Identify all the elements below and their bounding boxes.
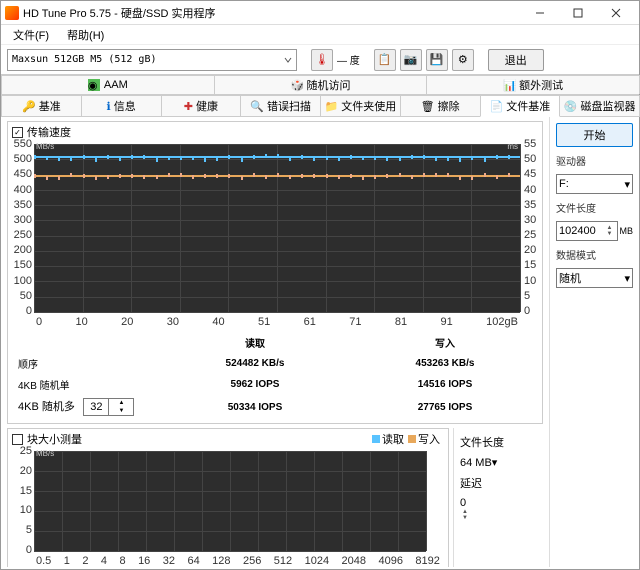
delay-label: 延迟	[460, 475, 537, 491]
drive-select[interactable]: Maxsun 512GB M5 (512 gB)	[7, 49, 297, 71]
start-button[interactable]: 开始	[556, 123, 633, 147]
table-row: 4KB 随机多 32▲▼50334 IOPS27765 IOPS	[10, 395, 540, 419]
driver-label: 驱动器	[556, 153, 633, 168]
temp-dash: — 度	[337, 52, 360, 67]
results-table: 读取写入 顺序524482 KB/s453263 KB/s 4KB 随机单596…	[10, 332, 540, 419]
close-button[interactable]	[597, 2, 635, 24]
filelen-label: 文件长度	[556, 200, 633, 215]
options-button[interactable]: ⚙	[452, 49, 474, 71]
exit-button[interactable]: 退出	[488, 49, 544, 71]
pattern-label: 数据模式	[556, 247, 633, 262]
menu-help[interactable]: 帮助(H)	[63, 27, 108, 42]
transfer-checkbox[interactable]: ✓	[12, 127, 23, 138]
minimize-button[interactable]	[521, 2, 559, 24]
app-icon	[5, 6, 19, 20]
table-row: 顺序524482 KB/s453263 KB/s	[10, 353, 540, 374]
filelen2-label: 文件长度	[460, 434, 537, 450]
temperature-button[interactable]: 🌡	[311, 49, 333, 71]
tab-filebench[interactable]: 📄文件基准	[480, 95, 561, 117]
blocksize-checkbox[interactable]	[12, 434, 23, 445]
tab-random[interactable]: 🎲随机访问	[214, 75, 428, 94]
filelen-unit: MB	[620, 226, 634, 236]
tab-info[interactable]: ℹ信息	[81, 95, 162, 117]
thread-spinner[interactable]: 32▲▼	[83, 398, 134, 416]
driver-select[interactable]: F:▾	[556, 174, 633, 194]
transfer-title: 传输速度	[27, 124, 71, 140]
tab-health[interactable]: ✚健康	[161, 95, 242, 117]
tab-benchmark[interactable]: 🔑基准	[1, 95, 82, 117]
tab-errorscan[interactable]: 🔍错误扫描	[240, 95, 321, 117]
drive-select-value: Maxsun 512GB M5 (512 gB)	[12, 54, 284, 65]
maximize-button[interactable]	[559, 2, 597, 24]
chevron-down-icon	[284, 56, 292, 64]
blocksize-chart: MB/s	[34, 451, 426, 551]
tab-diskmon[interactable]: 💿磁盘监视器	[559, 95, 640, 117]
tab-folder[interactable]: 📁文件夹使用	[320, 95, 401, 117]
tab-aam[interactable]: ◉AAM	[1, 75, 215, 94]
blocksize-title: 块大小测量	[27, 431, 364, 447]
copy-button[interactable]: 📋	[374, 49, 396, 71]
legend: 读取 写入	[368, 431, 444, 447]
tab-erase[interactable]: 🗑擦除	[400, 95, 481, 117]
transfer-chart: MB/s ms	[34, 144, 520, 312]
delay-input[interactable]: 0▲▼	[460, 497, 537, 521]
save-button[interactable]: 💾	[426, 49, 448, 71]
filelen-input[interactable]: 102400▲▼	[556, 221, 618, 241]
filelen2-select[interactable]: 64 MB▾	[460, 456, 537, 469]
window-title: HD Tune Pro 5.75 - 硬盘/SSD 实用程序	[23, 5, 521, 21]
pattern-select[interactable]: 随机▾	[556, 268, 633, 288]
screenshot-button[interactable]: 📷	[400, 49, 422, 71]
tab-extra[interactable]: 📊额外测试	[426, 75, 640, 94]
table-row: 4KB 随机单5962 IOPS14516 IOPS	[10, 374, 540, 395]
menu-file[interactable]: 文件(F)	[9, 27, 53, 42]
